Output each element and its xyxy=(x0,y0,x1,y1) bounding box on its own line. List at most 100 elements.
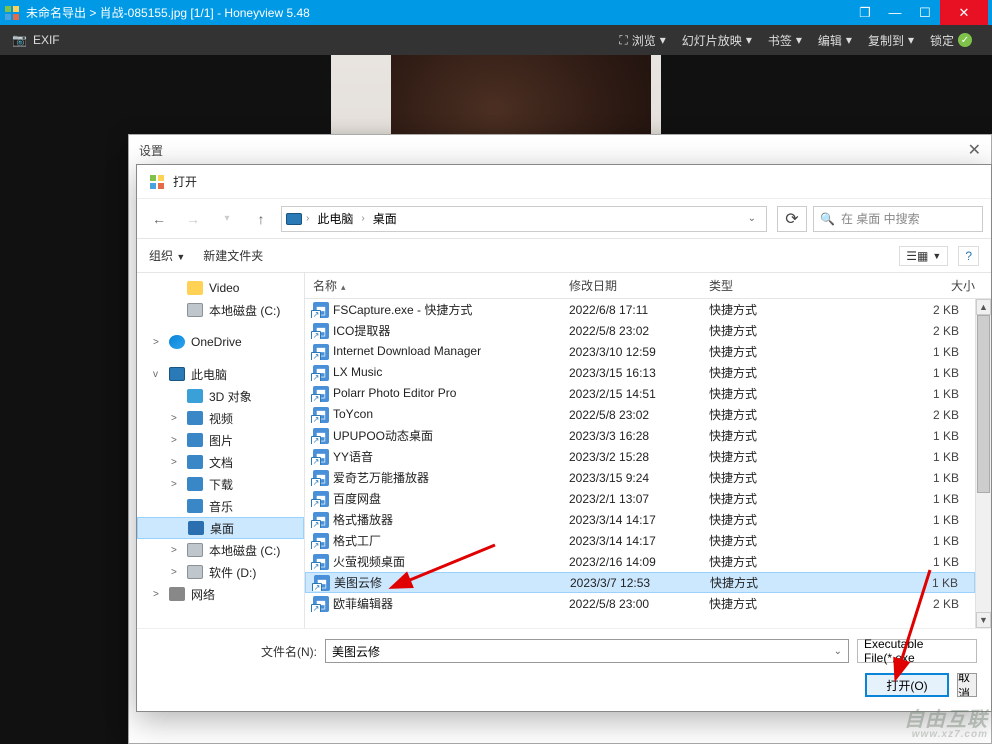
folder-icon xyxy=(187,565,203,579)
chevron-down-icon: ▼ xyxy=(932,251,941,261)
expand-icon[interactable]: > xyxy=(153,589,163,600)
cancel-button[interactable]: 取消 xyxy=(957,673,977,697)
dual-screen-icon[interactable]: ❐ xyxy=(850,0,880,25)
close-button[interactable]: ✕ xyxy=(940,0,988,25)
col-type[interactable]: 类型 xyxy=(705,277,815,294)
column-headers[interactable]: 名称▴ 修改日期 类型 大小 xyxy=(305,273,991,299)
file-row[interactable]: ⬒格式工厂 2023/3/14 14:17 快捷方式 1 KB xyxy=(305,530,975,551)
file-date: 2022/5/8 23:00 xyxy=(565,597,705,611)
tree-item[interactable]: 本地磁盘 (C:) xyxy=(137,299,304,321)
breadcrumb-pc[interactable]: 此电脑 xyxy=(313,210,357,227)
file-row[interactable]: ⬒YY语音 2023/3/2 15:28 快捷方式 1 KB xyxy=(305,446,975,467)
exif-label[interactable]: EXIF xyxy=(33,33,60,47)
tree-item[interactable]: >图片 xyxy=(137,429,304,451)
file-row[interactable]: ⬒欧菲编辑器 2022/5/8 23:00 快捷方式 2 KB xyxy=(305,593,975,614)
menu-bookmark[interactable]: 书签▾ xyxy=(760,32,810,49)
tree-item[interactable]: >本地磁盘 (C:) xyxy=(137,539,304,561)
menu-copy-to[interactable]: 复制到▾ xyxy=(860,32,922,49)
file-row[interactable]: ⬒LX Music 2023/3/15 16:13 快捷方式 1 KB xyxy=(305,362,975,383)
tree-item[interactable]: v此电脑 xyxy=(137,363,304,385)
expand-icon[interactable]: > xyxy=(171,479,181,490)
folder-icon xyxy=(187,281,203,295)
col-date[interactable]: 修改日期 xyxy=(565,277,705,294)
col-size[interactable]: 大小 xyxy=(815,277,987,294)
scroll-thumb[interactable] xyxy=(977,315,990,493)
breadcrumb[interactable]: › 此电脑 › 桌面 ⌄ xyxy=(281,206,767,232)
file-type: 快捷方式 xyxy=(705,322,815,339)
tree-item[interactable]: 音乐 xyxy=(137,495,304,517)
scroll-up-button[interactable]: ▲ xyxy=(976,299,991,315)
tree-item[interactable]: >视频 xyxy=(137,407,304,429)
expand-icon[interactable]: > xyxy=(171,457,181,468)
scrollbar[interactable]: ▲ ▼ xyxy=(975,299,991,628)
tree-item[interactable]: >OneDrive xyxy=(137,331,304,353)
tree-item[interactable]: 3D 对象 xyxy=(137,385,304,407)
tree-item[interactable]: >网络 xyxy=(137,583,304,605)
titlebar: 未命名导出 > 肖战-085155.jpg [1/1] - Honeyview … xyxy=(0,0,992,25)
expand-icon[interactable]: v xyxy=(153,369,163,380)
nav-up-button[interactable]: ↑ xyxy=(247,205,275,233)
menu-edit[interactable]: 编辑▾ xyxy=(810,32,860,49)
tree-item[interactable]: >软件 (D:) xyxy=(137,561,304,583)
nav-forward-button[interactable]: → xyxy=(179,205,207,233)
filename-input[interactable]: 美图云修 ⌄ xyxy=(325,639,849,663)
file-row[interactable]: ⬒UPUPOO动态桌面 2023/3/3 16:28 快捷方式 1 KB xyxy=(305,425,975,446)
scroll-down-button[interactable]: ▼ xyxy=(976,612,991,628)
filename-dropdown-icon[interactable]: ⌄ xyxy=(834,646,842,657)
refresh-button[interactable]: ⟳ xyxy=(777,206,807,232)
search-input[interactable]: 🔍 在 桌面 中搜索 xyxy=(813,206,983,232)
file-row[interactable]: ⬒Internet Download Manager 2023/3/10 12:… xyxy=(305,341,975,362)
maximize-button[interactable]: ☐ xyxy=(910,0,940,25)
tree-item[interactable]: Video xyxy=(137,277,304,299)
expand-icon[interactable]: > xyxy=(171,413,181,424)
view-icon: ☰▦ xyxy=(906,249,928,263)
file-row[interactable]: ⬒ToYcon 2022/5/8 23:02 快捷方式 2 KB xyxy=(305,404,975,425)
organize-menu[interactable]: 组织 ▼ xyxy=(149,247,185,264)
file-date: 2022/5/8 23:02 xyxy=(565,408,705,422)
col-name-label[interactable]: 名称 xyxy=(313,279,337,293)
file-row[interactable]: ⬒美图云修 2023/3/7 12:53 快捷方式 1 KB xyxy=(305,572,975,593)
menu-lock[interactable]: 锁定✓ xyxy=(922,32,980,49)
breadcrumb-dropdown-icon[interactable]: ⌄ xyxy=(742,213,762,224)
file-row[interactable]: ⬒ICO提取器 2022/5/8 23:02 快捷方式 2 KB xyxy=(305,320,975,341)
expand-icon[interactable]: > xyxy=(171,435,181,446)
file-row[interactable]: ⬒爱奇艺万能播放器 2023/3/15 9:24 快捷方式 1 KB xyxy=(305,467,975,488)
scroll-track[interactable] xyxy=(976,315,991,612)
breadcrumb-desktop[interactable]: 桌面 xyxy=(369,210,401,227)
nav-back-button[interactable]: ← xyxy=(145,205,173,233)
file-type: 快捷方式 xyxy=(705,427,815,444)
tree-item[interactable]: >文档 xyxy=(137,451,304,473)
folder-tree[interactable]: Video本地磁盘 (C:) >OneDrive v此电脑3D 对象>视频>图片>文… xyxy=(137,273,305,628)
menu-view-label: 浏览 xyxy=(632,32,656,49)
file-row[interactable]: ⬒Polarr Photo Editor Pro 2023/2/15 14:51… xyxy=(305,383,975,404)
tree-item[interactable]: 桌面 xyxy=(137,517,304,539)
chevron-down-icon: ▼ xyxy=(176,252,185,262)
expand-icon[interactable]: > xyxy=(171,567,181,578)
help-button[interactable]: ? xyxy=(958,246,979,266)
tree-item[interactable]: >下载 xyxy=(137,473,304,495)
file-type: 快捷方式 xyxy=(705,490,815,507)
file-row[interactable]: ⬒火萤视频桌面 2023/2/16 14:09 快捷方式 1 KB xyxy=(305,551,975,572)
minimize-button[interactable]: — xyxy=(880,0,910,25)
file-name: ICO提取器 xyxy=(333,324,390,338)
file-row[interactable]: ⬒百度网盘 2023/2/1 13:07 快捷方式 1 KB xyxy=(305,488,975,509)
shortcut-icon: ⬒ xyxy=(313,470,329,486)
file-rows[interactable]: ⬒FSCapture.exe - 快捷方式 2022/6/8 17:11 快捷方… xyxy=(305,299,975,628)
file-name: 欧菲编辑器 xyxy=(333,597,393,611)
file-size: 1 KB xyxy=(815,429,971,443)
file-size: 1 KB xyxy=(815,513,971,527)
file-name: 美图云修 xyxy=(334,576,382,590)
file-type-filter[interactable]: Executable File(*.exe xyxy=(857,639,977,663)
expand-icon[interactable]: > xyxy=(171,545,181,556)
open-button[interactable]: 打开(O) xyxy=(865,673,949,697)
view-options-button[interactable]: ☰▦ ▼ xyxy=(899,246,948,266)
file-row[interactable]: ⬒FSCapture.exe - 快捷方式 2022/6/8 17:11 快捷方… xyxy=(305,299,975,320)
new-folder-button[interactable]: 新建文件夹 xyxy=(203,247,263,264)
menu-view[interactable]: ⛶浏览▾ xyxy=(611,32,673,49)
settings-close-button[interactable]: ✕ xyxy=(968,140,981,160)
expand-icon[interactable]: > xyxy=(153,337,163,348)
nav-recent-button[interactable]: ▾ xyxy=(213,205,241,233)
file-row[interactable]: ⬒格式播放器 2023/3/14 14:17 快捷方式 1 KB xyxy=(305,509,975,530)
menu-slideshow[interactable]: 幻灯片放映▾ xyxy=(674,32,760,49)
file-type: 快捷方式 xyxy=(705,364,815,381)
